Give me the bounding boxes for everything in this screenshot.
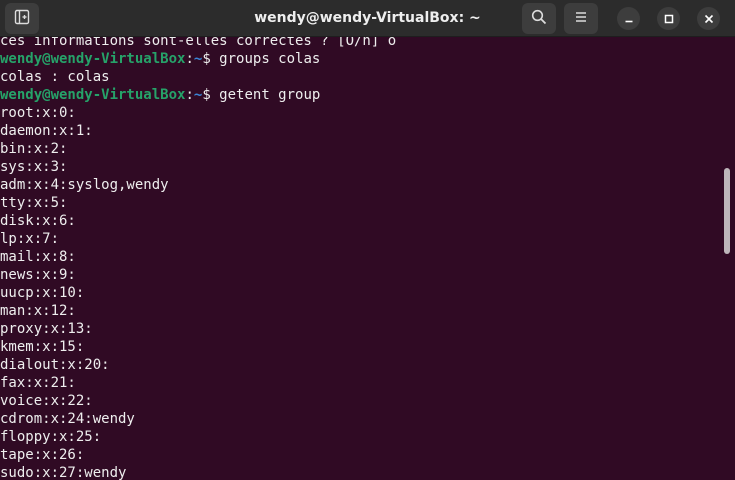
menu-button[interactable]: [564, 3, 598, 34]
terminal-line: sys:x:3:: [0, 159, 68, 175]
title-bar: wendy@wendy-VirtualBox: ~: [0, 0, 735, 37]
terminal-line: fax:x:21:: [0, 375, 76, 391]
minimize-icon: [624, 9, 634, 28]
command-text: groups colas: [219, 51, 321, 67]
minimize-button[interactable]: [617, 7, 640, 30]
terminal-line: sudo:x:27:wendy: [0, 465, 127, 480]
prompt-user: wendy@wendy-VirtualBox: [0, 51, 186, 67]
prompt-separator: :: [185, 51, 194, 67]
terminal-line: news:x:9:: [0, 267, 76, 283]
terminal-line: floppy:x:25:: [0, 429, 102, 445]
terminal-line: dialout:x:20:: [0, 357, 110, 373]
command-text: getent group: [219, 87, 321, 103]
terminal-line: proxy:x:13:: [0, 321, 93, 337]
close-button[interactable]: [697, 7, 720, 30]
terminal-line: mail:x:8:: [0, 249, 76, 265]
terminal-line: disk:x:6:: [0, 213, 76, 229]
terminal-line: lp:x:7:: [0, 231, 60, 247]
terminal-line: tape:x:26:: [0, 447, 85, 463]
terminal-line: root:x:0:: [0, 105, 76, 121]
prompt-separator: :: [185, 87, 194, 103]
terminal-prompt-line: wendy@wendy-VirtualBox:~$ getent group: [0, 86, 396, 104]
search-button[interactable]: [522, 3, 556, 34]
terminal-line: kmem:x:15:: [0, 339, 85, 355]
terminal-line: bin:x:2:: [0, 141, 68, 157]
scrollbar-thumb[interactable]: [724, 168, 730, 254]
hamburger-menu-icon: [573, 9, 589, 29]
maximize-icon: [664, 9, 674, 28]
terminal-output[interactable]: ces informations sont-elles correctes ? …: [0, 37, 735, 480]
search-icon: [531, 9, 547, 29]
maximize-button[interactable]: [657, 7, 680, 30]
terminal-line: man:x:12:: [0, 303, 76, 319]
terminal-window: wendy@wendy-VirtualBox: ~ ces informatio…: [0, 0, 735, 480]
terminal-line: tty:x:5:: [0, 195, 68, 211]
terminal-prompt-line: wendy@wendy-VirtualBox:~$ groups colas: [0, 50, 396, 68]
terminal-line: adm:x:4:syslog,wendy: [0, 177, 169, 193]
terminal-lines: ces informations sont-elles correctes ? …: [0, 37, 396, 480]
terminal-line: uucp:x:10:: [0, 285, 85, 301]
terminal-line: cdrom:x:24:wendy: [0, 411, 135, 427]
terminal-line: colas : colas: [0, 69, 110, 85]
prompt-user: wendy@wendy-VirtualBox: [0, 87, 186, 103]
terminal-line: daemon:x:1:: [0, 123, 93, 139]
terminal-line: ces informations sont-elles correctes ? …: [0, 37, 397, 49]
close-icon: [704, 9, 714, 28]
prompt-symbol: $: [202, 51, 220, 67]
prompt-symbol: $: [202, 87, 220, 103]
terminal-line: voice:x:22:: [0, 393, 93, 409]
